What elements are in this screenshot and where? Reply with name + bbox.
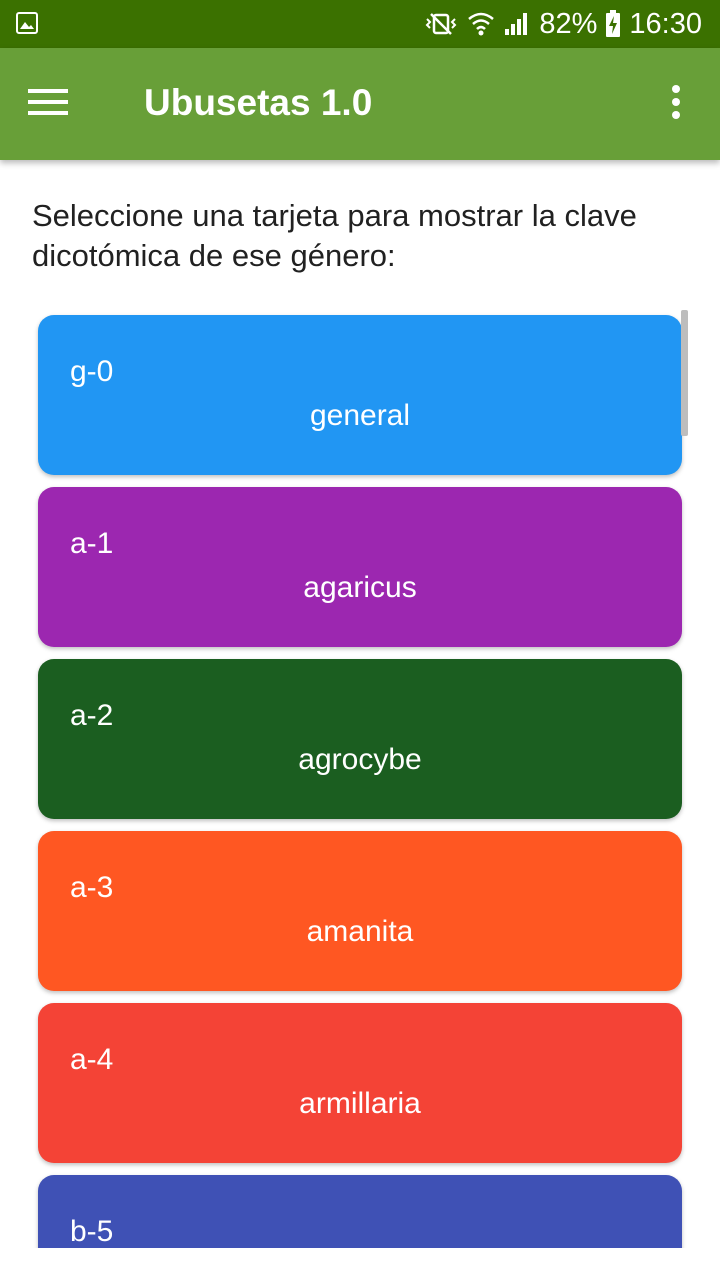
- card-code: g-0: [70, 355, 114, 388]
- card-name: agrocybe: [298, 743, 422, 776]
- status-bar: 82% 16:30: [0, 0, 720, 48]
- card-code: a-1: [70, 527, 114, 560]
- app-bar: Ubusetas 1.0: [0, 48, 720, 160]
- card-name: general: [309, 399, 411, 432]
- overflow-menu-button[interactable]: [652, 80, 700, 128]
- card-code: a-2: [70, 699, 114, 732]
- card-name: amanita: [306, 915, 414, 948]
- card-name: agaricus: [303, 571, 417, 604]
- battery-charging-icon: [605, 10, 621, 38]
- genus-card-agrocybe[interactable]: a-2 agrocybe: [38, 659, 682, 819]
- scrollbar-thumb[interactable]: [681, 310, 688, 436]
- genus-card-armillaria[interactable]: a-4 armillaria: [38, 1003, 682, 1163]
- card-code: a-3: [70, 871, 114, 904]
- battery-percentage: 82%: [539, 7, 598, 40]
- mute-vibrate-icon: [423, 11, 459, 37]
- image-notification-icon: [16, 12, 38, 34]
- genus-card-b5[interactable]: b-5: [38, 1175, 682, 1248]
- card-code: a-4: [70, 1043, 114, 1076]
- app-title: Ubusetas 1.0: [144, 82, 373, 123]
- genus-card-agaricus[interactable]: a-1 agaricus: [38, 487, 682, 647]
- card-code: b-5: [70, 1215, 114, 1248]
- instructions-text: Seleccione una tarjeta para mostrar la c…: [32, 198, 637, 273]
- genus-card-list[interactable]: g-0 general a-1 agaricus a-2 agrocybe a-…: [0, 300, 720, 1248]
- signal-icon: [503, 11, 531, 37]
- more-vert-icon: [670, 84, 682, 125]
- wifi-icon: [467, 11, 495, 37]
- navigation-menu-button[interactable]: [16, 80, 80, 128]
- genus-card-general[interactable]: g-0 general: [38, 315, 682, 475]
- clock: 16:30: [629, 7, 702, 40]
- hamburger-menu-icon: [28, 87, 68, 122]
- genus-card-amanita[interactable]: a-3 amanita: [38, 831, 682, 991]
- card-name: armillaria: [299, 1087, 421, 1120]
